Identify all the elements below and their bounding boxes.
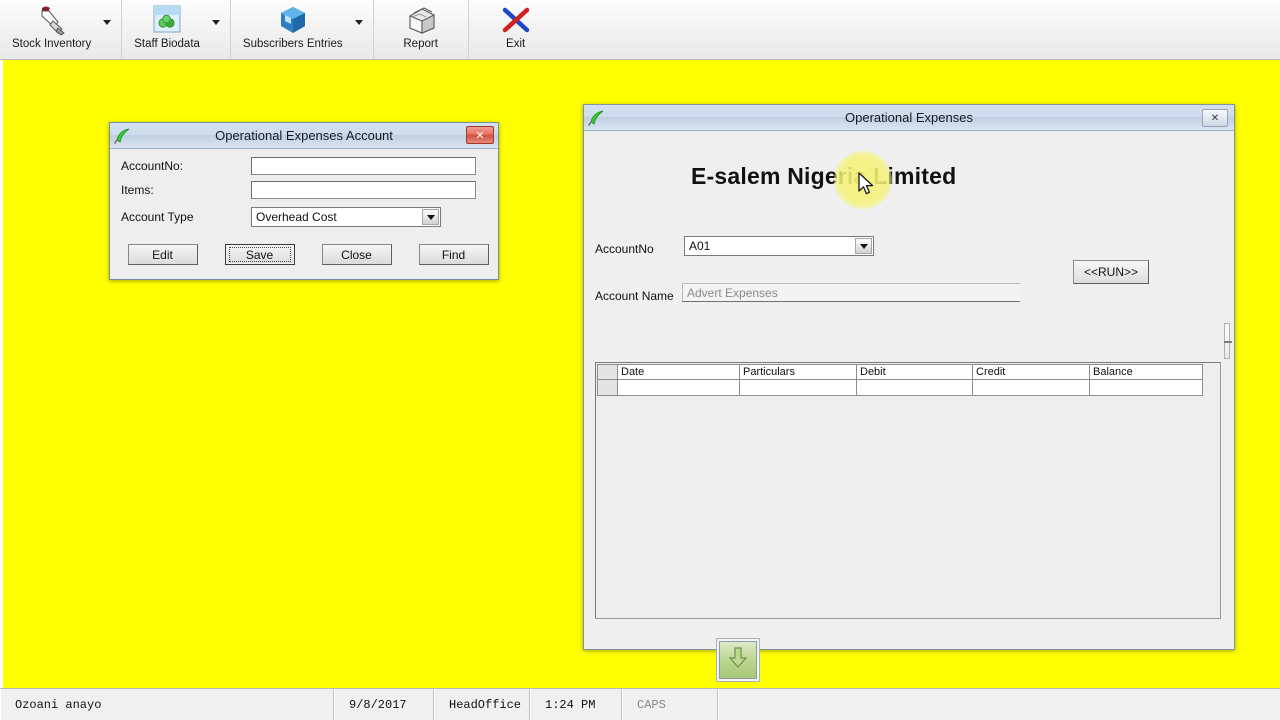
green-leaf-icon bbox=[588, 109, 606, 127]
label-account-no: AccountNo: bbox=[121, 159, 184, 173]
run-button-label: <<RUN>> bbox=[1083, 265, 1139, 279]
transactions-table: Date Particulars Debit Credit Balance bbox=[597, 364, 1203, 396]
save-button-label: Save bbox=[245, 247, 274, 262]
status-time: 1:24 PM bbox=[530, 689, 622, 720]
account-no-value: A01 bbox=[689, 239, 711, 253]
main-toolbar: Stock Inventory Staff Biodata Subscriber… bbox=[0, 0, 1280, 60]
blue-cube-icon bbox=[276, 3, 310, 37]
cell-particulars[interactable] bbox=[739, 379, 857, 396]
green-down-arrow-icon bbox=[727, 646, 749, 675]
toolbar-group-exit: Exit bbox=[469, 0, 563, 59]
status-office: HeadOffice bbox=[434, 689, 530, 720]
expenses-window-body: E-salem Nigeria Limited AccountNo A01 Ac… bbox=[584, 131, 1234, 649]
status-date: 9/8/2017 bbox=[334, 689, 434, 720]
toolbar-button-staff-biodata[interactable]: Staff Biodata bbox=[124, 0, 210, 59]
field-row-items: Items: bbox=[110, 181, 498, 199]
company-title: E-salem Nigeria Limited bbox=[691, 163, 957, 189]
transactions-table-head: Date Particulars Debit Credit Balance bbox=[597, 364, 1203, 380]
toolbar-button-subscribers-entries[interactable]: Subscribers Entries bbox=[233, 0, 353, 59]
account-dialog-body: AccountNo: Items: Account Type Overhead … bbox=[110, 149, 498, 279]
find-button-label: Find bbox=[441, 247, 466, 262]
find-button[interactable]: Find bbox=[418, 244, 489, 265]
toolbar-button-report[interactable]: Report bbox=[376, 0, 466, 59]
status-filler bbox=[718, 689, 1280, 720]
toolbar-label-staff-biodata: Staff Biodata bbox=[134, 38, 200, 50]
account-dialog-button-row: Edit Save Close Find bbox=[110, 244, 498, 265]
expenses-window-titlebar[interactable]: Operational Expenses ✕ bbox=[584, 105, 1234, 131]
grid-corner-cell[interactable] bbox=[597, 364, 618, 380]
expenses-window-title: Operational Expenses bbox=[845, 110, 973, 125]
chevron-down-icon-stock-inventory[interactable] bbox=[101, 0, 119, 59]
account-dialog-title: Operational Expenses Account bbox=[215, 128, 393, 143]
save-button[interactable]: Save bbox=[224, 244, 295, 265]
application-window: Stock Inventory Staff Biodata Subscriber… bbox=[0, 0, 1280, 720]
cell-debit[interactable] bbox=[856, 379, 973, 396]
toolbar-group-report: Report bbox=[374, 0, 469, 59]
toolbar-group-subscribers-entries: Subscribers Entries bbox=[231, 0, 374, 59]
field-row-account-type: Account Type Overhead Cost bbox=[110, 207, 498, 227]
account-no-input[interactable] bbox=[251, 157, 476, 175]
toolbar-label-exit: Exit bbox=[506, 38, 526, 50]
toolbar-button-exit[interactable]: Exit bbox=[471, 0, 561, 59]
cell-credit[interactable] bbox=[972, 379, 1090, 396]
account-dialog-titlebar[interactable]: Operational Expenses Account ✕ bbox=[110, 123, 498, 149]
table-header-row: Date Particulars Debit Credit Balance bbox=[597, 364, 1203, 380]
column-header-credit[interactable]: Credit bbox=[972, 364, 1090, 380]
status-user: Ozoani anayo bbox=[0, 689, 334, 720]
column-header-particulars[interactable]: Particulars bbox=[739, 364, 857, 380]
toolbar-label-stock-inventory: Stock Inventory bbox=[12, 38, 92, 50]
hand-pointer-icon bbox=[32, 3, 72, 37]
status-bar: Ozoani anayo 9/8/2017 HeadOffice 1:24 PM… bbox=[0, 688, 1280, 720]
account-type-dropdown[interactable]: Overhead Cost bbox=[251, 207, 441, 227]
edit-button-label: Edit bbox=[152, 247, 173, 262]
transactions-grid[interactable]: Date Particulars Debit Credit Balance bbox=[595, 362, 1221, 619]
window-resize-grip[interactable] bbox=[1224, 323, 1232, 359]
column-header-balance[interactable]: Balance bbox=[1089, 364, 1203, 380]
transactions-table-body bbox=[597, 379, 1203, 396]
chevron-down-icon-subscribers-entries[interactable] bbox=[353, 0, 371, 59]
red-blue-x-icon bbox=[499, 3, 533, 37]
chevron-down-icon-staff-biodata[interactable] bbox=[210, 0, 228, 59]
close-icon[interactable]: ✕ bbox=[1202, 109, 1228, 127]
cell-date[interactable] bbox=[617, 379, 740, 396]
toolbar-button-stock-inventory[interactable]: Stock Inventory bbox=[2, 0, 101, 59]
field-row-account-no: AccountNo: bbox=[110, 157, 498, 175]
label-account-type: Account Type bbox=[121, 210, 194, 224]
toolbar-group-stock-inventory: Stock Inventory bbox=[0, 0, 123, 59]
edit-button[interactable]: Edit bbox=[127, 244, 198, 265]
close-button[interactable]: Close bbox=[321, 244, 392, 265]
toolbar-label-report: Report bbox=[403, 38, 438, 50]
chevron-down-icon-account-no[interactable] bbox=[855, 238, 872, 254]
account-name-value: Advert Expenses bbox=[687, 285, 778, 300]
scroll-down-button[interactable] bbox=[719, 641, 757, 679]
close-icon[interactable]: ✕ bbox=[466, 126, 494, 144]
operational-expenses-account-dialog: Operational Expenses Account ✕ AccountNo… bbox=[109, 122, 499, 280]
column-header-debit[interactable]: Debit bbox=[856, 364, 973, 380]
close-button-label: Close bbox=[341, 247, 372, 262]
column-header-date[interactable]: Date bbox=[617, 364, 740, 380]
cell-balance[interactable] bbox=[1089, 379, 1203, 396]
account-no-dropdown[interactable]: A01 bbox=[684, 236, 874, 256]
account-name-field[interactable]: Advert Expenses bbox=[682, 283, 1020, 302]
label-account-no: AccountNo bbox=[595, 242, 654, 256]
puzzle-piece-icon bbox=[150, 3, 184, 37]
mdi-desktop-area: Operational Expenses Account ✕ AccountNo… bbox=[0, 60, 1280, 688]
toolbar-group-staff-biodata: Staff Biodata bbox=[122, 0, 231, 59]
toolbar-label-subscribers-entries: Subscribers Entries bbox=[242, 38, 343, 50]
operational-expenses-window: Operational Expenses ✕ E-salem Nigeria L… bbox=[583, 104, 1235, 650]
green-leaf-icon bbox=[114, 127, 132, 145]
row-selector-cell[interactable] bbox=[597, 379, 618, 396]
label-account-name: Account Name bbox=[595, 289, 674, 303]
chevron-down-icon-account-type[interactable] bbox=[422, 209, 439, 225]
items-input[interactable] bbox=[251, 181, 476, 199]
account-type-value: Overhead Cost bbox=[256, 210, 337, 224]
table-row[interactable] bbox=[597, 379, 1203, 396]
label-items: Items: bbox=[121, 183, 154, 197]
file-box-icon bbox=[402, 3, 440, 37]
run-button[interactable]: <<RUN>> bbox=[1073, 260, 1149, 284]
status-caps: CAPS bbox=[622, 689, 718, 720]
